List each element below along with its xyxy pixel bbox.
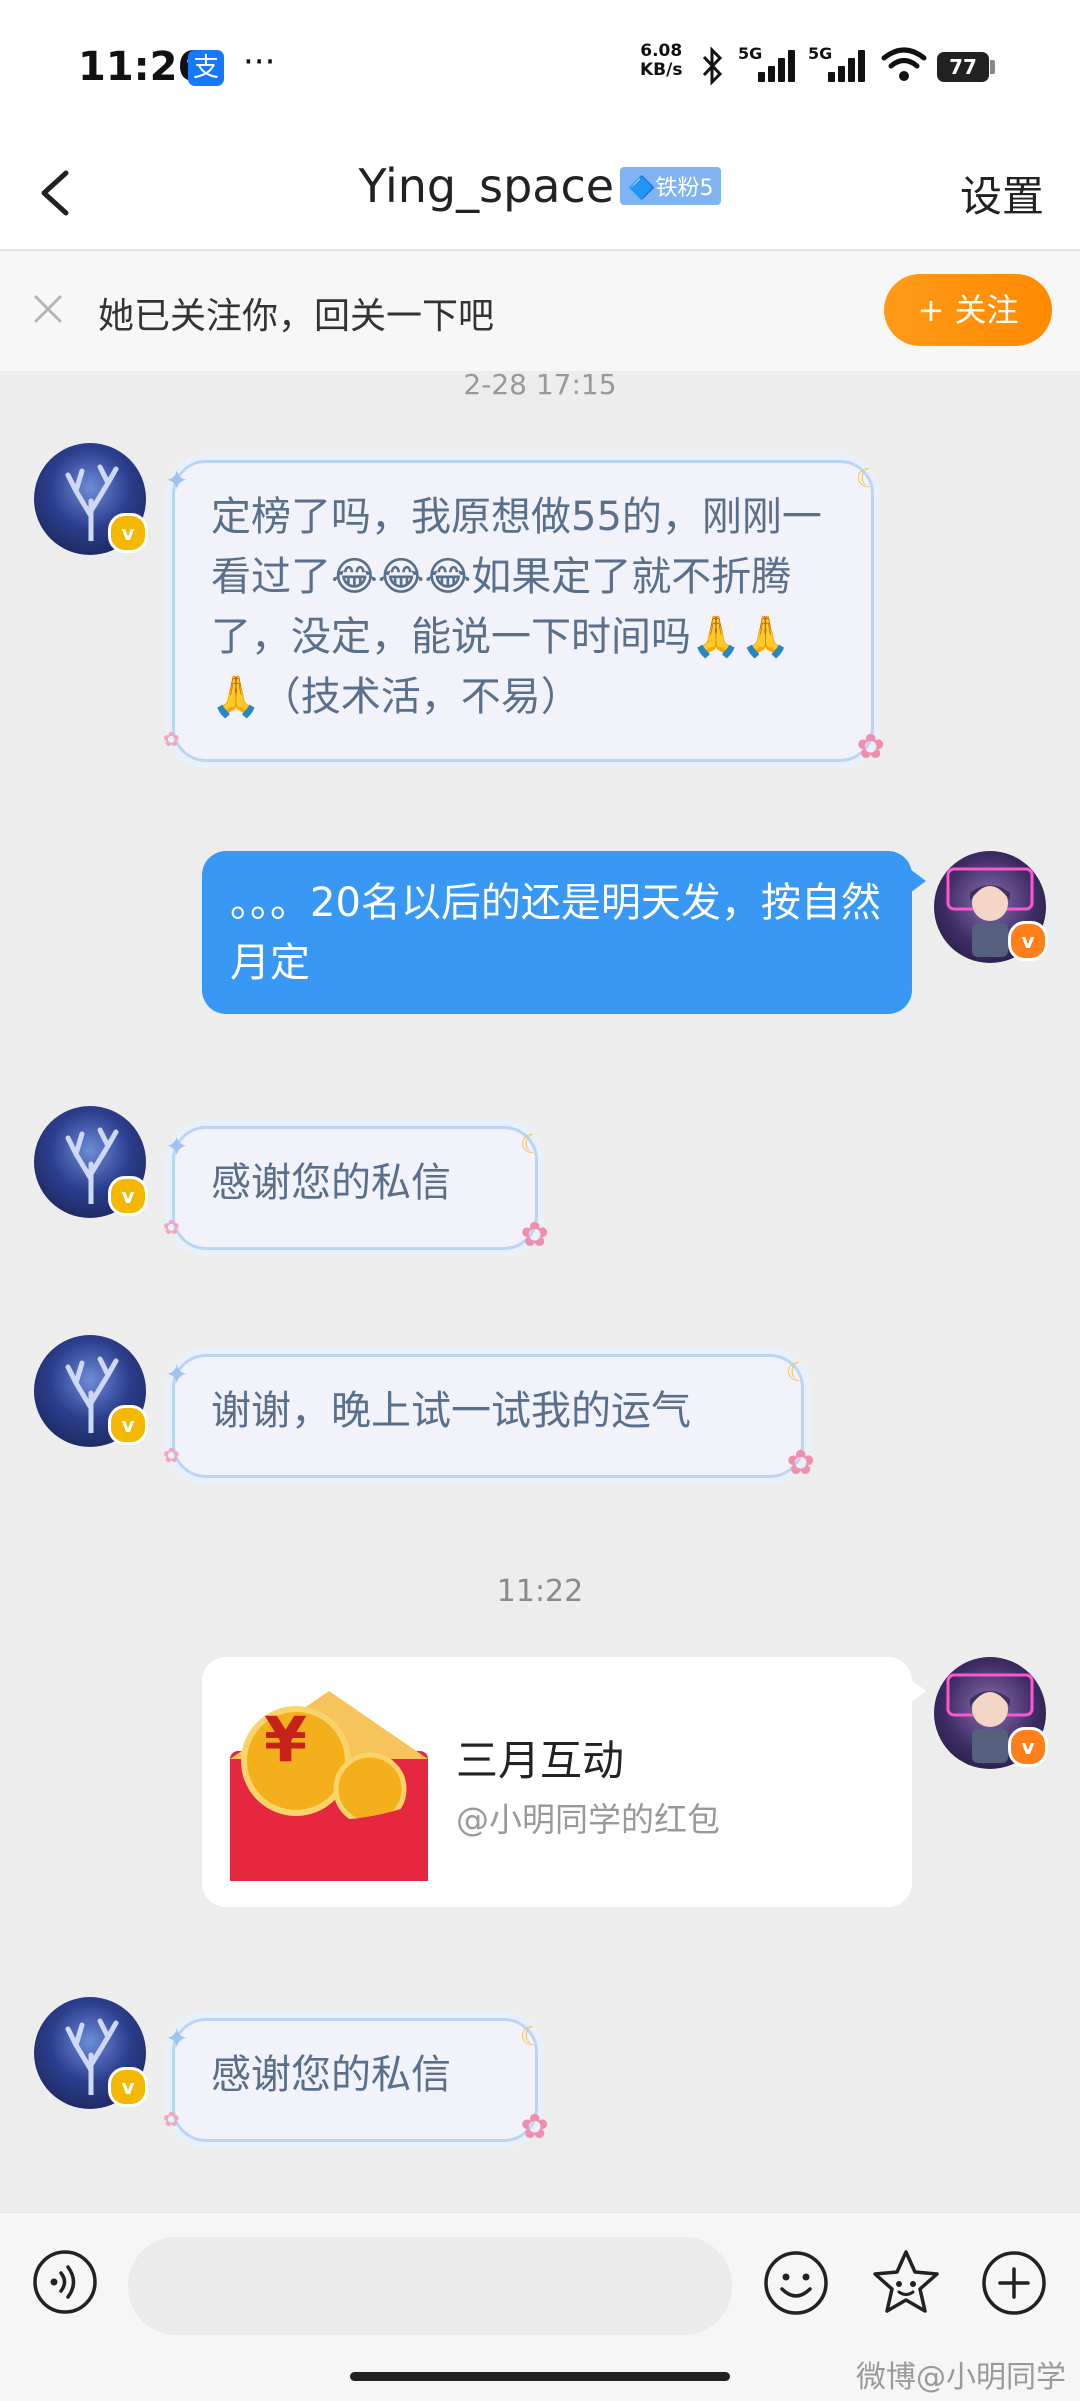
- bow-decoration-icon: ✦: [165, 2022, 189, 2055]
- verified-badge: v: [108, 513, 148, 553]
- status-bar: 11:26 支 ··· 6.08 KB/s 5G 5G 77: [0, 0, 1080, 135]
- flower-decoration-icon: ✿: [520, 2107, 550, 2147]
- verified-badge: v: [108, 2067, 148, 2107]
- message-bubble-received[interactable]: ✦ ☾ 感谢您的私信 ✿ ✿: [163, 1126, 549, 1255]
- sim1-label: 5G: [738, 44, 763, 63]
- verified-badge: v: [108, 1176, 148, 1216]
- flower-small-decoration-icon: ✿: [163, 2107, 180, 2131]
- battery-tip: [990, 60, 995, 74]
- plus-icon: [982, 2251, 1046, 2315]
- message-text: 定榜了吗，我原想做55的，刚刚一看过了😂😂😂如果定了就不折腾了，没定，能说一下时…: [211, 494, 822, 720]
- sticker-icon: [873, 2250, 939, 2313]
- bubble-tail: [910, 1679, 926, 1703]
- follow-button[interactable]: + 关注: [884, 274, 1052, 346]
- bubble-tail: [910, 869, 926, 893]
- network-speed-unit: KB/s: [640, 60, 683, 80]
- flower-small-decoration-icon: ✿: [163, 727, 180, 751]
- message-bubble-received[interactable]: ✦ ☾ 定榜了吗，我原想做55的，刚刚一看过了😂😂😂如果定了就不折腾了，没定，能…: [163, 460, 885, 767]
- battery-icon: 77: [937, 52, 989, 82]
- close-notice-button[interactable]: [28, 289, 68, 329]
- wifi-icon: [880, 44, 928, 88]
- message-bubble-received[interactable]: ✦ ☾ 感谢您的私信 ✿ ✿: [163, 2018, 549, 2147]
- verified-badge: v: [1008, 1727, 1048, 1767]
- red-packet-card[interactable]: ¥ 三月互动 @小明同学的红包: [202, 1657, 926, 1907]
- timestamp: 11:22: [496, 1574, 584, 1609]
- bow-decoration-icon: ✦: [165, 464, 189, 497]
- message-text: 谢谢，晚上试一试我的运气: [211, 1388, 691, 1434]
- currency-symbol: ¥: [264, 1703, 308, 1776]
- contact-avatar[interactable]: v: [34, 1106, 148, 1218]
- contact-avatar[interactable]: v: [34, 443, 148, 555]
- more-notifications-icon: ···: [243, 42, 276, 82]
- page-title[interactable]: Ying_space: [359, 159, 615, 213]
- network-speed-value: 6.08: [640, 41, 683, 61]
- close-icon: [34, 295, 62, 323]
- title-area: Ying_space 🔷铁粉5: [0, 159, 1080, 213]
- bow-decoration-icon: ✦: [165, 1130, 189, 1163]
- moon-decoration-icon: ☾: [519, 2022, 543, 2052]
- verified-badge: v: [108, 1405, 148, 1445]
- network-speed: 6.08 KB/s: [640, 42, 682, 80]
- bluetooth-icon: [700, 46, 726, 95]
- alipay-icon: 支: [188, 50, 224, 86]
- moon-decoration-icon: ☾: [855, 464, 879, 494]
- red-packet-subtitle: @小明同学的红包: [456, 1800, 720, 1839]
- moon-decoration-icon: ☾: [785, 1358, 809, 1388]
- emoji-icon: [764, 2251, 828, 2315]
- status-time: 11:26: [78, 44, 206, 90]
- flower-decoration-icon: ✿: [520, 1215, 550, 1255]
- sticker-button[interactable]: [870, 2247, 942, 2319]
- flower-decoration-icon: ✿: [856, 727, 886, 767]
- message-text: 感谢您的私信: [211, 1160, 451, 1206]
- chat-header: Ying_space 🔷铁粉5 设置: [0, 135, 1080, 251]
- signal-sim1-icon: 5G: [738, 44, 802, 86]
- my-avatar[interactable]: v: [934, 1657, 1048, 1769]
- settings-button[interactable]: 设置: [960, 163, 1044, 224]
- message-text: 。。。20名以后的还是明天发，按自然月定: [230, 880, 881, 986]
- fan-level-badge: 🔷铁粉5: [620, 167, 722, 205]
- home-indicator[interactable]: [350, 2372, 730, 2381]
- flower-small-decoration-icon: ✿: [163, 1215, 180, 1239]
- contact-avatar[interactable]: v: [34, 1335, 148, 1447]
- bow-decoration-icon: ✦: [165, 1358, 189, 1391]
- follow-back-text: 她已关注你，回关一下吧: [98, 296, 495, 337]
- verified-badge: v: [1008, 921, 1048, 961]
- message-bubble-received[interactable]: ✦ ☾ 谢谢，晚上试一试我的运气 ✿ ✿: [163, 1354, 815, 1483]
- flower-small-decoration-icon: ✿: [163, 1443, 180, 1467]
- my-avatar[interactable]: v: [934, 851, 1048, 963]
- more-actions-button[interactable]: [980, 2249, 1048, 2317]
- message-bubble-sent[interactable]: 。。。20名以后的还是明天发，按自然月定: [202, 851, 926, 1014]
- contact-avatar[interactable]: v: [34, 1997, 148, 2109]
- sim2-label: 5G: [808, 44, 833, 63]
- red-packet-icon: [230, 1691, 428, 1881]
- follow-back-notice: 她已关注你，回关一下吧 + 关注: [0, 251, 1080, 371]
- message-text: 感谢您的私信: [211, 2052, 451, 2098]
- flower-decoration-icon: ✿: [786, 1443, 816, 1483]
- watermark: 微博@小明同学: [856, 2360, 1066, 2395]
- red-packet-title: 三月互动: [456, 1736, 625, 1785]
- voice-button[interactable]: [32, 2249, 98, 2315]
- emoji-button[interactable]: [762, 2249, 830, 2317]
- signal-sim2-icon: 5G: [808, 44, 872, 86]
- message-input[interactable]: [128, 2237, 732, 2335]
- timestamp-partial: 2-28 17:15: [463, 368, 617, 401]
- moon-decoration-icon: ☾: [519, 1130, 543, 1160]
- voice-icon: [33, 2250, 97, 2314]
